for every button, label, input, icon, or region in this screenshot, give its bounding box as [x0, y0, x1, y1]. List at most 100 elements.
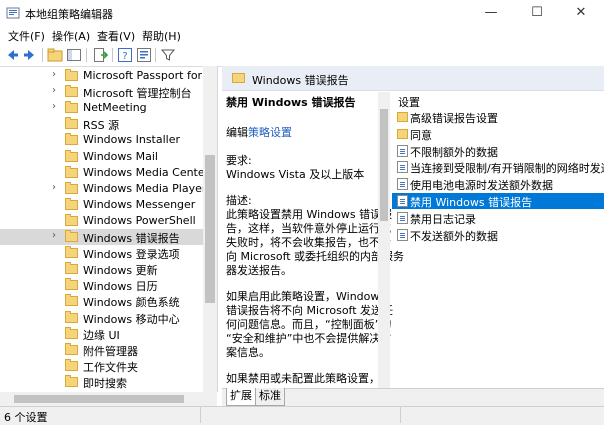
chevron-right-icon[interactable]: ›	[52, 230, 60, 241]
tree-scroll-thumb[interactable]	[205, 155, 215, 303]
setting-row[interactable]: 当连接到受限制/有开销限制的网络时发送数据	[392, 159, 604, 175]
tree-item-label: RSS 源	[83, 119, 120, 133]
folder-icon	[65, 117, 78, 130]
tree-item[interactable]: › Microsoft Passport for Wo	[0, 68, 217, 84]
tree-item[interactable]: 附件管理器	[0, 342, 205, 358]
tree-item-label: Windows 错误报告	[83, 232, 180, 245]
tree-item-label: 附件管理器	[83, 344, 138, 358]
menu-bar: 文件(F) 操作(A) 查看(V) 帮助(H)	[0, 26, 604, 44]
tree-item[interactable]: Windows PowerShell	[0, 213, 205, 229]
description-scroll-thumb[interactable]	[380, 109, 388, 221]
folder-icon	[65, 294, 78, 307]
minimize-button[interactable]: —	[468, 0, 514, 26]
tree-item[interactable]: Windows 登录选项	[0, 245, 205, 261]
folder-icon	[65, 246, 78, 259]
policy-setting-icon	[397, 161, 408, 174]
menu-action[interactable]: 操作(A)	[52, 28, 90, 44]
tree-item-label: Windows 颜色系统	[83, 296, 180, 310]
setting-row[interactable]: 不限制额外的数据	[392, 143, 604, 159]
toolbar-separator	[112, 48, 113, 62]
folder-icon	[65, 310, 78, 323]
setting-label: 高级错误报告设置	[410, 112, 498, 125]
tree-hscroll-thumb[interactable]	[14, 395, 184, 403]
tree-item[interactable]: › NetMeeting	[0, 100, 205, 116]
menu-view[interactable]: 查看(V)	[97, 28, 135, 44]
setting-label: 禁用日志记录	[410, 212, 476, 226]
tree-item[interactable]: Windows 更新	[0, 261, 205, 277]
folder-icon	[397, 128, 408, 139]
folder-icon	[65, 85, 78, 98]
folder-icon	[65, 230, 78, 242]
toolbar: ?	[0, 44, 604, 67]
up-folder-icon[interactable]	[47, 47, 63, 63]
tree-item[interactable]: Windows Media Center	[0, 165, 209, 181]
setting-row[interactable]: 使用电池电源时发送额外数据	[392, 176, 604, 192]
setting-row[interactable]: 高级错误报告设置	[392, 109, 604, 125]
tree-item[interactable]: 边缘 UI	[0, 326, 205, 342]
tree-item[interactable]: Windows Messenger	[0, 197, 205, 213]
tree-item[interactable]: Windows 移动中心	[0, 310, 205, 326]
setting-label: 同意	[410, 128, 432, 142]
forward-arrow-icon[interactable]	[22, 47, 38, 63]
tree-item[interactable]: › Windows 错误报告	[0, 229, 205, 245]
edit-prefix: 编辑	[226, 126, 248, 139]
window-title: 本地组策略编辑器	[25, 8, 113, 21]
chevron-right-icon[interactable]: ›	[52, 182, 60, 193]
setting-label: 不发送额外的数据	[410, 229, 498, 243]
setting-row[interactable]: 同意	[392, 126, 604, 142]
tree-item[interactable]: Windows Installer	[0, 132, 205, 148]
tree-item[interactable]: 即时搜索	[0, 374, 205, 390]
folder-icon	[232, 73, 245, 83]
tree-item-label: Windows 移动中心	[83, 312, 180, 326]
menu-file[interactable]: 文件(F)	[8, 28, 45, 44]
tree-item[interactable]: Windows 颜色系统	[0, 293, 205, 309]
tree-item-label: Microsoft 管理控制台	[83, 87, 192, 101]
edit-policy-line: 编辑策略设置	[226, 124, 292, 140]
tree-item-label: Microsoft Passport for Wo	[83, 69, 218, 82]
setting-row[interactable]: 禁用 Windows 错误报告	[392, 193, 604, 209]
tree-item[interactable]: Windows Mail	[0, 149, 205, 165]
setting-row[interactable]: 禁用日志记录	[392, 210, 604, 226]
folder-icon	[65, 278, 78, 291]
folder-icon	[65, 342, 78, 355]
chevron-right-icon[interactable]: ›	[52, 69, 60, 80]
tree-item-label: 即时搜索	[83, 376, 127, 390]
folder-icon	[65, 262, 78, 275]
tree-item-label: Windows PowerShell	[83, 213, 196, 227]
tab-extended[interactable]: 扩展	[226, 388, 256, 406]
policy-setting-icon	[397, 228, 408, 241]
back-arrow-icon[interactable]	[4, 47, 20, 63]
svg-text:?: ?	[122, 51, 127, 62]
tree-item[interactable]: Windows 日历	[0, 277, 205, 293]
show-hide-tree-icon[interactable]	[66, 47, 82, 63]
menu-help[interactable]: 帮助(H)	[142, 28, 181, 44]
tree-item[interactable]: 工作文件夹	[0, 358, 205, 374]
toolbar-separator	[42, 48, 43, 62]
edit-policy-link[interactable]: 策略设置	[248, 126, 292, 139]
setting-label: 使用电池电源时发送额外数据	[410, 179, 553, 193]
policy-setting-icon	[397, 195, 408, 207]
tab-standard[interactable]: 标准	[255, 388, 285, 406]
maximize-button[interactable]: ☐	[514, 0, 560, 26]
tree-item[interactable]: › Windows Media Player	[0, 181, 206, 197]
status-text: 6 个设置	[4, 411, 48, 424]
policy-setting-icon	[397, 211, 408, 224]
setting-label: 当连接到受限制/有开销限制的网络时发送数据	[410, 162, 604, 176]
properties-icon[interactable]	[136, 47, 152, 63]
chevron-right-icon[interactable]: ›	[52, 85, 60, 96]
tree-item[interactable]: RSS 源	[0, 116, 205, 132]
status-bar	[0, 406, 604, 425]
close-button[interactable]: ✕	[558, 0, 604, 26]
help-icon[interactable]: ?	[117, 47, 133, 63]
filter-icon[interactable]	[160, 47, 176, 63]
policy-setting-icon	[397, 144, 408, 157]
setting-row[interactable]: 不发送额外的数据	[392, 227, 604, 243]
settings-column-header[interactable]: 设置	[398, 94, 420, 110]
right-pane-title: Windows 错误报告	[252, 74, 349, 87]
folder-icon	[65, 133, 78, 146]
status-divider	[200, 407, 201, 423]
policy-tree[interactable]: › Microsoft Passport for Wo › Microsoft 管理控…	[0, 66, 218, 392]
tree-item[interactable]: › Microsoft 管理控制台	[0, 84, 205, 100]
chevron-right-icon[interactable]: ›	[52, 101, 60, 112]
export-list-icon[interactable]	[92, 47, 108, 63]
